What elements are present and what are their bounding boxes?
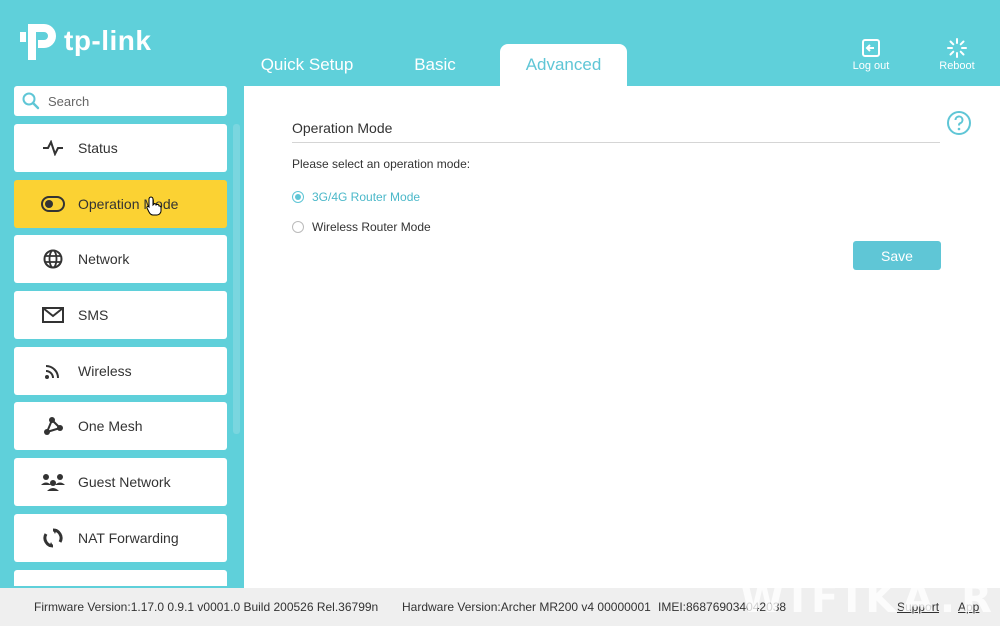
hardware-version: Hardware Version:Archer MR200 v4 0000000…: [402, 600, 651, 614]
nat-icon: [40, 525, 66, 551]
sidebar-item-label: NAT Forwarding: [78, 530, 179, 546]
firmware-version: Firmware Version:1.17.0 0.9.1 v0001.0 Bu…: [34, 600, 379, 614]
option-wireless-router-mode[interactable]: Wireless Router Mode: [292, 220, 431, 234]
sidebar: Status Operation Mode Network SMS Wirele…: [14, 124, 228, 586]
envelope-icon: [40, 302, 66, 328]
sidebar-item-label: Guest Network: [78, 474, 171, 490]
sidebar-item-sms[interactable]: SMS: [14, 291, 227, 339]
option-3g4g-router-mode[interactable]: 3G/4G Router Mode: [292, 190, 420, 204]
page-title: Operation Mode: [292, 120, 393, 136]
sidebar-item-label: Operation Mode: [78, 196, 179, 212]
brand-name: tp-link: [64, 25, 152, 56]
save-button[interactable]: Save: [853, 241, 941, 270]
reboot-label: Reboot: [939, 60, 975, 72]
search-icon: [22, 92, 40, 110]
sidebar-item-wireless[interactable]: Wireless: [14, 347, 227, 395]
guests-icon: [40, 469, 66, 495]
tab-advanced[interactable]: Advanced: [500, 44, 627, 86]
sidebar-item-label: SMS: [78, 307, 109, 323]
watermark: WIFIKA.RU: [740, 576, 1000, 622]
help-icon[interactable]: [946, 110, 972, 136]
sidebar-item-label: Status: [78, 140, 118, 156]
sidebar-scrollbar[interactable]: [233, 124, 240, 434]
tab-quick-setup[interactable]: Quick Setup: [244, 44, 370, 86]
sidebar-item-label: Network: [78, 251, 130, 267]
radio-3g4g-router-mode[interactable]: [292, 191, 304, 203]
option-label: Wireless Router Mode: [312, 220, 431, 234]
tp-link-logo-icon: [20, 24, 56, 60]
wifi-icon: [40, 358, 66, 384]
mesh-icon: [40, 413, 66, 439]
sidebar-item-nat-forwarding[interactable]: NAT Forwarding: [14, 514, 227, 562]
tp-link-logo: tp-link: [14, 18, 152, 64]
logout-label: Log out: [852, 60, 890, 72]
reboot-icon: [947, 38, 967, 58]
main-panel: Operation Mode Please select an operatio…: [244, 86, 1000, 588]
sidebar-item-label: One Mesh: [78, 418, 143, 434]
sidebar-item-more[interactable]: [14, 570, 227, 586]
sidebar-item-guest-network[interactable]: Guest Network: [14, 458, 227, 506]
tab-basic[interactable]: Basic: [376, 44, 494, 86]
reboot-button[interactable]: Reboot: [927, 38, 987, 72]
search-input[interactable]: [48, 93, 218, 109]
logout-icon: [862, 39, 880, 57]
toggle-icon: [40, 191, 66, 217]
sidebar-item-status[interactable]: Status: [14, 124, 227, 172]
sidebar-item-operation-mode[interactable]: Operation Mode: [14, 180, 227, 228]
sidebar-item-network[interactable]: Network: [14, 235, 227, 283]
title-divider: [292, 142, 940, 143]
globe-icon: [40, 246, 66, 272]
mouse-cursor-icon: [146, 196, 162, 216]
pulse-icon: [40, 135, 66, 161]
sidebar-item-label: Wireless: [78, 363, 132, 379]
option-label: 3G/4G Router Mode: [312, 190, 421, 204]
logout-button[interactable]: Log out: [841, 38, 901, 72]
radio-wireless-router-mode[interactable]: [292, 221, 304, 233]
mode-prompt: Please select an operation mode:: [292, 157, 471, 171]
search-box: [14, 86, 227, 116]
sidebar-item-one-mesh[interactable]: One Mesh: [14, 402, 227, 450]
